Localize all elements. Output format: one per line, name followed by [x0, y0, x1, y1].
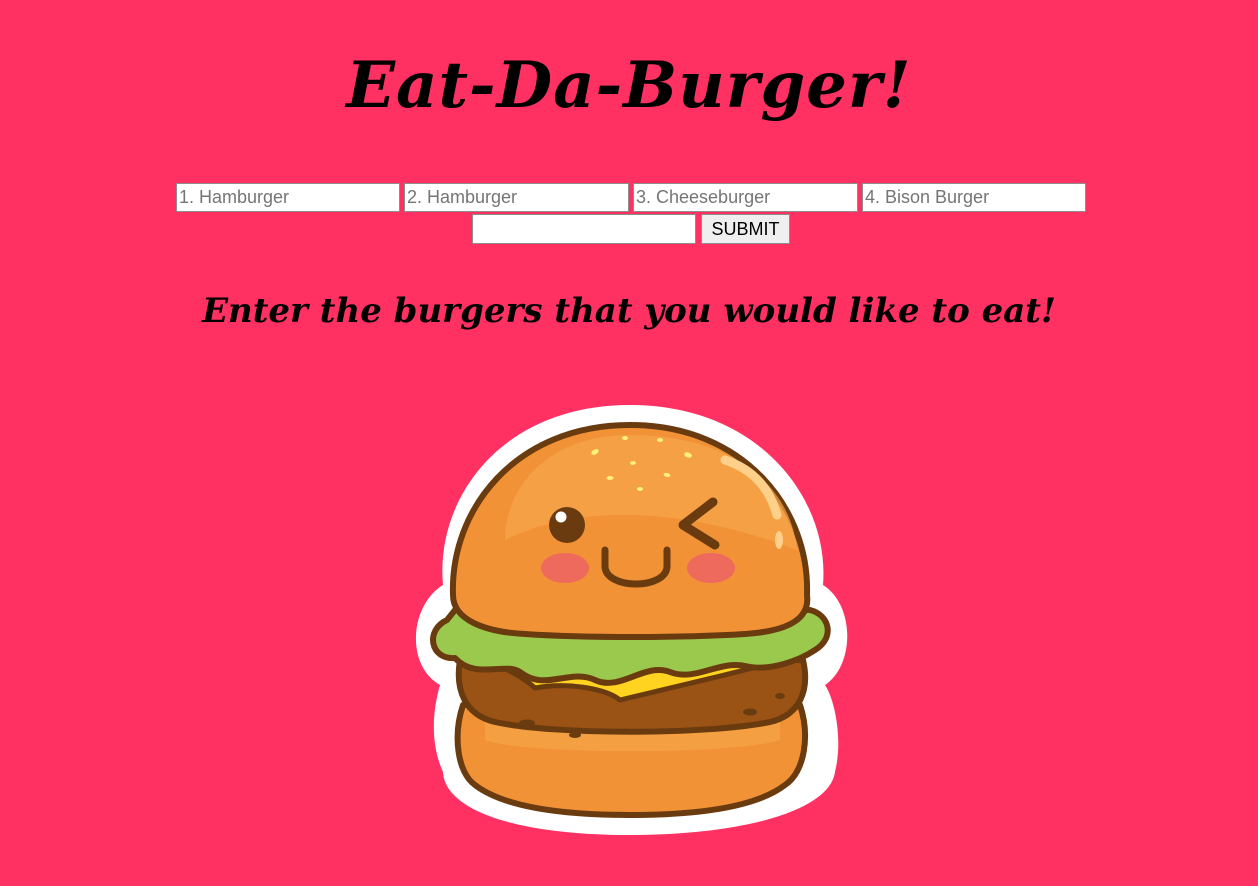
page-title: Eat-Da-Burger!: [346, 48, 912, 123]
winking-burger-illustration: [405, 400, 855, 840]
burger-input-3[interactable]: [633, 183, 858, 212]
burger-icon: [415, 405, 848, 835]
burger-input-2[interactable]: [404, 183, 629, 212]
burger-input-4[interactable]: [862, 183, 1086, 212]
burger-input-5[interactable]: [472, 214, 696, 244]
page-subtitle: Enter the burgers that you would like to…: [202, 291, 1056, 331]
submit-button[interactable]: SUBMIT: [701, 214, 790, 244]
burger-input-1[interactable]: [176, 183, 400, 212]
